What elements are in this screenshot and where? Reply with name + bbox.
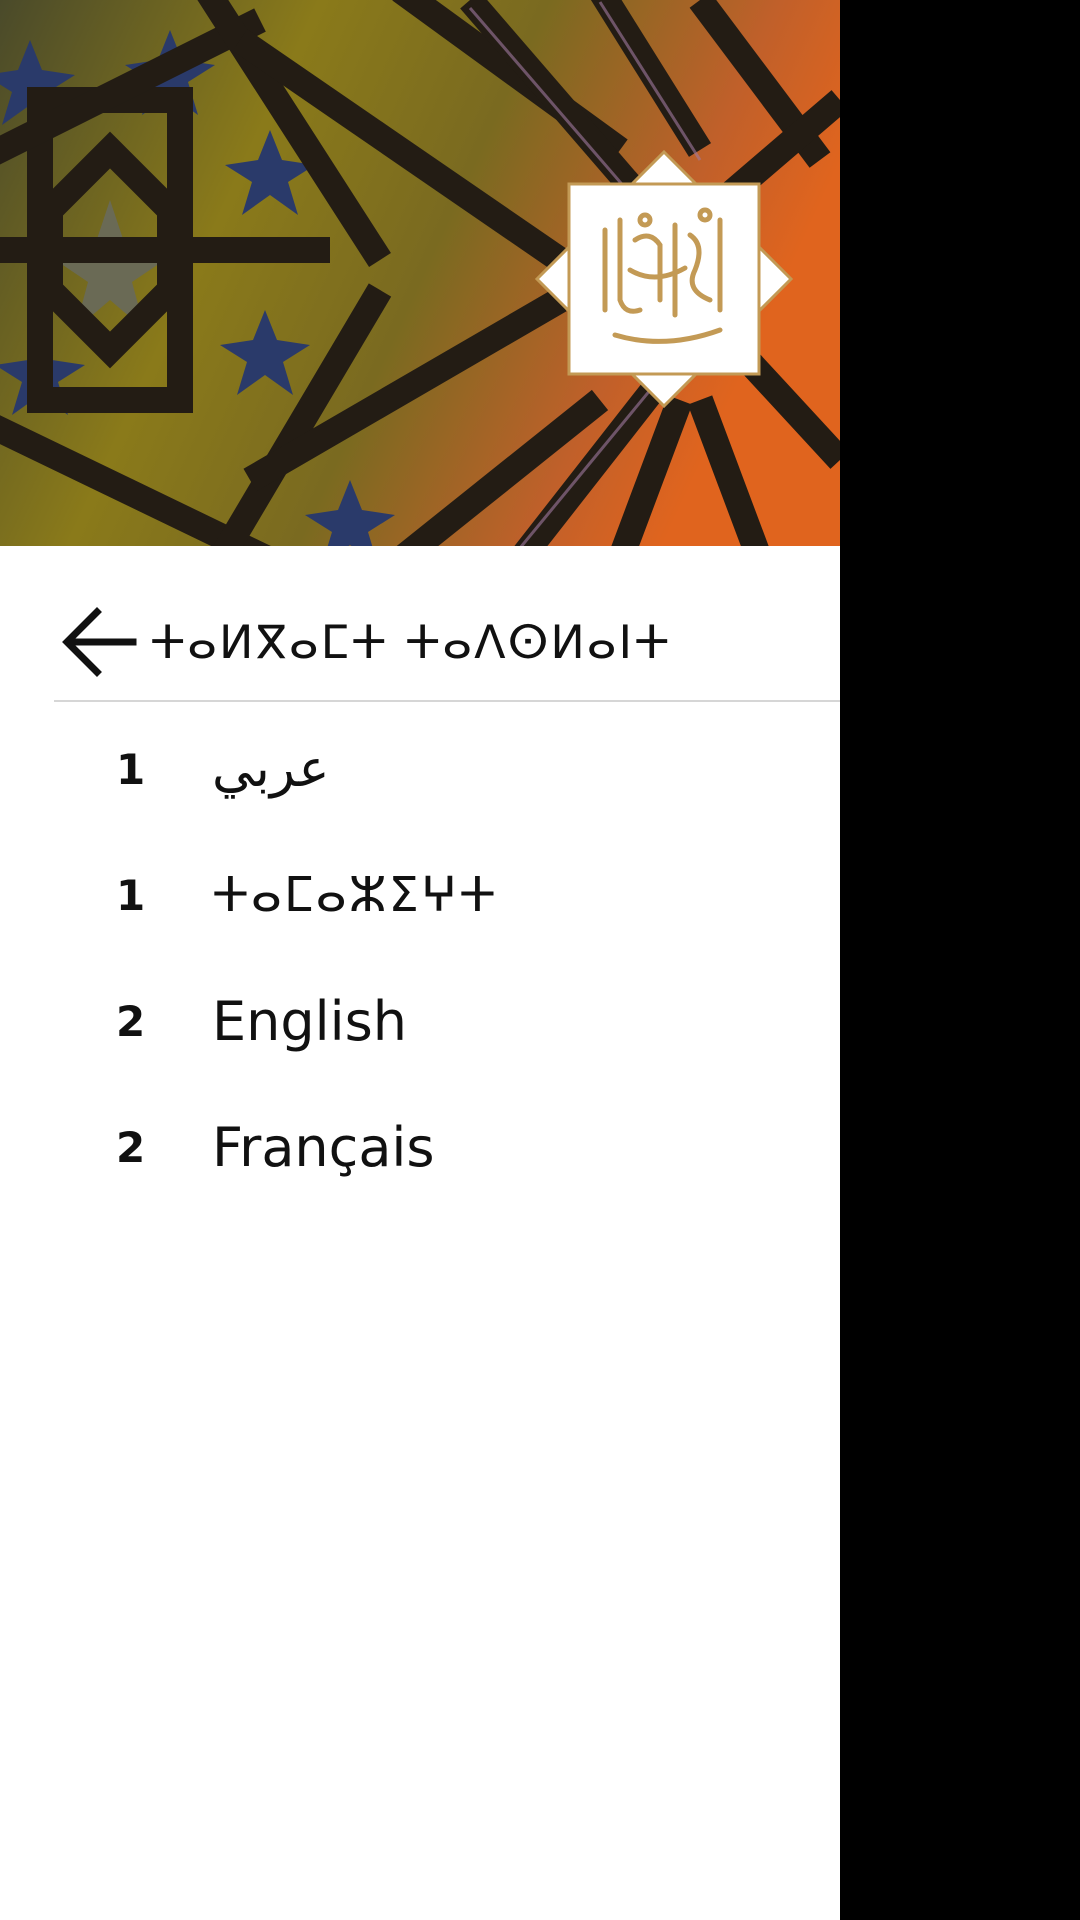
language-item-french[interactable]: 2 Français	[0, 1084, 840, 1210]
drawer-scrim[interactable]	[840, 0, 1080, 1920]
language-label: English	[212, 989, 407, 1053]
language-number: 1	[116, 744, 146, 794]
language-item-tamazight[interactable]: 1 ⵜⴰⵎⴰⵣⵉⵖⵜ	[0, 832, 840, 958]
language-item-arabic[interactable]: 1 عربي	[0, 706, 840, 832]
drawer-header-banner	[0, 0, 840, 546]
drawer-title: ⵜⴰⵍⴳⴰⵎⵜ ⵜⴰⴷⵙⵍⴰⵏⵜ	[150, 615, 672, 669]
navigation-drawer: ⵜⴰⵍⴳⴰⵎⵜ ⵜⴰⴷⵙⵍⴰⵏⵜ 1 عربي 1 ⵜⴰⵎⴰⵣⵉⵖⵜ 2 Eng…	[0, 0, 840, 1920]
language-label: عربي	[212, 739, 330, 799]
language-label: Français	[212, 1115, 435, 1179]
language-number: 2	[116, 996, 146, 1046]
arrow-left-icon	[62, 607, 137, 677]
language-item-english[interactable]: 2 English	[0, 958, 840, 1084]
quran-calligraphy-logo	[535, 150, 793, 408]
language-list: 1 عربي 1 ⵜⴰⵎⴰⵣⵉⵖⵜ 2 English 2 Français	[0, 706, 840, 1210]
language-label: ⵜⴰⵎⴰⵣⵉⵖⵜ	[212, 867, 498, 923]
title-divider	[54, 700, 840, 702]
language-number: 2	[116, 1122, 146, 1172]
language-number: 1	[116, 870, 146, 920]
drawer-title-row: ⵜⴰⵍⴳⴰⵎⵜ ⵜⴰⴷⵙⵍⴰⵏⵜ	[54, 586, 840, 698]
back-button[interactable]	[54, 597, 144, 687]
